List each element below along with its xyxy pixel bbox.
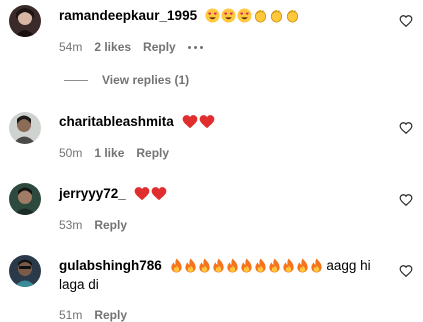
more-options-icon[interactable] — [187, 45, 203, 49]
like-heart-icon[interactable] — [399, 14, 413, 28]
fire-emoji-icon — [212, 258, 224, 273]
comment-username[interactable]: charitableashmita — [59, 114, 174, 129]
likes-count[interactable]: 1 like — [94, 146, 124, 160]
likes-count[interactable]: 2 likes — [94, 40, 131, 54]
red-heart-emoji-icon — [199, 115, 214, 129]
heart-eyes-emoji-icon — [205, 8, 220, 23]
clap-emoji-icon — [270, 9, 282, 23]
avatar[interactable] — [9, 112, 41, 144]
comment-body-text: aagg hi — [326, 258, 371, 273]
fire-emoji-icon — [268, 258, 280, 273]
comment-username[interactable]: ramandeepkaur_1995 — [59, 8, 197, 23]
comment-username[interactable]: gulabshingh786 — [59, 258, 162, 273]
comment-time: 50m — [59, 146, 83, 160]
view-replies-label: View replies (1) — [102, 73, 190, 87]
red-heart-emoji-icon — [182, 115, 197, 129]
avatar[interactable] — [9, 183, 41, 215]
fire-emoji-icon — [240, 258, 252, 273]
comment-item: jerryyy72_ 53m Reply — [0, 180, 423, 238]
clap-emoji-icon — [286, 9, 298, 23]
fire-emoji-icon — [198, 258, 210, 273]
fire-emoji-icon — [254, 258, 266, 273]
comment-time: 53m — [59, 218, 83, 232]
like-heart-icon[interactable] — [399, 264, 413, 278]
reply-button[interactable]: Reply — [94, 218, 127, 232]
avatar[interactable] — [9, 5, 41, 37]
comment-text: charitableashmita — [59, 112, 389, 131]
comment-time: 54m — [59, 40, 83, 54]
emoji-group — [170, 258, 323, 273]
fire-emoji-icon — [226, 258, 238, 273]
heart-eyes-emoji-icon — [237, 8, 252, 23]
comment-text: ramandeepkaur_1995 — [59, 6, 389, 25]
comment-body-text-line2: laga di — [59, 277, 99, 292]
comment-time: 51m — [59, 308, 83, 322]
reply-button[interactable]: Reply — [143, 40, 176, 54]
comment-meta: 53m Reply — [59, 218, 127, 232]
emoji-group — [205, 8, 300, 23]
fire-emoji-icon — [282, 258, 294, 273]
reply-button[interactable]: Reply — [94, 308, 127, 322]
comment-meta: 50m 1 like Reply — [59, 146, 169, 160]
like-heart-icon[interactable] — [399, 121, 413, 135]
comment-item: charitableashmita 50m 1 like Reply — [0, 108, 423, 168]
comment-username[interactable]: jerryyy72_ — [59, 186, 126, 201]
avatar[interactable] — [9, 255, 41, 287]
like-heart-icon[interactable] — [399, 193, 413, 207]
comment-item: gulabshingh786 aagg hi laga di 51m Reply — [0, 252, 423, 322]
comment-meta: 51m Reply — [59, 308, 127, 322]
red-heart-emoji-icon — [151, 187, 166, 201]
heart-eyes-emoji-icon — [221, 8, 236, 23]
reply-button[interactable]: Reply — [136, 146, 169, 160]
emoji-group — [134, 186, 167, 201]
fire-emoji-icon — [184, 258, 196, 273]
emoji-group — [182, 114, 215, 129]
divider-line — [64, 79, 88, 81]
fire-emoji-icon — [296, 258, 308, 273]
fire-emoji-icon — [170, 258, 182, 273]
comment-text: jerryyy72_ — [59, 184, 389, 203]
view-replies-button[interactable]: View replies (1) — [64, 73, 189, 87]
comment-item: ramandeepkaur_1995 54m 2 likes Reply Vie… — [0, 0, 423, 90]
fire-emoji-icon — [310, 258, 322, 273]
comment-meta: 54m 2 likes Reply — [59, 40, 203, 54]
comment-text: gulabshingh786 aagg hi laga di — [59, 256, 389, 294]
red-heart-emoji-icon — [134, 187, 149, 201]
clap-emoji-icon — [254, 9, 266, 23]
